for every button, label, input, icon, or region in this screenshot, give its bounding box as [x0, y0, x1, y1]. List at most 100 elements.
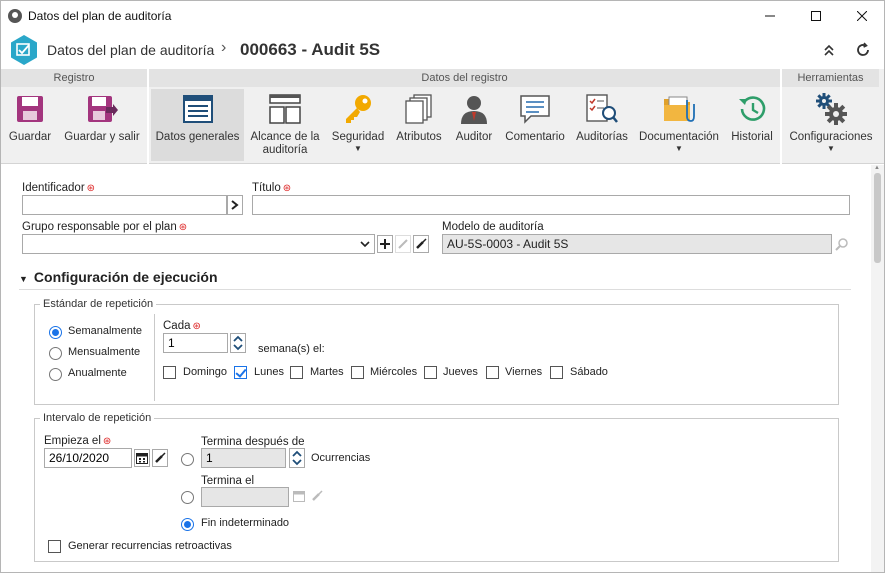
radio-termina-despues[interactable]	[181, 453, 194, 466]
checkbox-retroactivas[interactable]	[48, 540, 61, 553]
checkbox-viernes[interactable]	[486, 366, 499, 379]
dropdown-caret-icon: ▼	[675, 144, 683, 153]
audit-plan-logo-icon	[11, 35, 37, 65]
option-label: Anualmente	[68, 367, 127, 379]
chevron-down-icon	[360, 241, 370, 248]
checkbox-miercoles[interactable]	[351, 366, 364, 379]
clear-date-button[interactable]	[152, 449, 168, 467]
termina-el-date-input[interactable]	[201, 487, 289, 507]
search-model-button[interactable]	[835, 237, 849, 254]
day-label: Domingo	[183, 366, 228, 378]
radio-mensualmente[interactable]	[49, 347, 62, 360]
fin-indeterminado-label: Fin indeterminado	[201, 517, 290, 529]
cada-stepper[interactable]	[230, 333, 246, 353]
collapse-header-button[interactable]	[820, 41, 838, 59]
grupo-label: Grupo responsable por el plan ⊛	[22, 221, 188, 233]
vertical-scrollbar[interactable]: ▲	[871, 165, 884, 572]
scrollbar-thumb[interactable]	[874, 173, 881, 263]
add-group-button[interactable]	[377, 235, 393, 253]
option-label: Semanalmente	[68, 325, 142, 337]
tab-historial[interactable]: Historial	[725, 89, 779, 161]
termina-el-label: Termina el	[201, 475, 255, 487]
general-data-icon	[181, 92, 215, 126]
calendar-button[interactable]	[134, 449, 150, 467]
day-label: Jueves	[443, 366, 478, 378]
identificador-label: Identificador ⊛	[22, 182, 96, 194]
tab-auditorias[interactable]: Auditorías	[573, 89, 631, 161]
save-icon	[13, 92, 47, 126]
scope-icon	[268, 92, 302, 126]
required-icon: ⊛	[102, 436, 112, 447]
form-content: ▲ Identificador ⊛ Título ⊛ Grupo responsab…	[1, 165, 884, 572]
audits-search-icon	[585, 92, 619, 126]
comment-icon	[518, 92, 552, 126]
maximize-icon	[811, 11, 821, 21]
ribbon-group-herramientas: Herramientas	[782, 69, 879, 87]
tab-atributos[interactable]: Atributos	[393, 89, 445, 161]
minimize-button[interactable]	[747, 1, 793, 31]
pencil-icon	[398, 239, 408, 249]
checkbox-lunes[interactable]	[234, 366, 247, 379]
ribbon-group-registro: Registro	[1, 69, 147, 87]
attributes-icon	[402, 92, 436, 126]
checkbox-domingo[interactable]	[163, 366, 176, 379]
save-button[interactable]: Guardar	[3, 89, 57, 161]
history-icon	[735, 92, 769, 126]
radio-anualmente[interactable]	[49, 368, 62, 381]
maximize-button[interactable]	[793, 1, 839, 31]
close-icon	[857, 11, 867, 21]
ocurrencias-stepper[interactable]	[289, 448, 305, 468]
folder-clip-icon	[662, 92, 696, 126]
save-exit-icon	[85, 92, 119, 126]
calendar-icon	[293, 491, 305, 502]
ocurrencias-input[interactable]	[201, 448, 286, 468]
required-icon: ⊛	[192, 321, 201, 332]
checkbox-sabado[interactable]	[550, 366, 563, 379]
next-identifier-button[interactable]	[227, 195, 243, 215]
save-and-exit-button[interactable]: Guardar y salir	[61, 89, 143, 161]
radio-fin-indeterminado[interactable]	[181, 518, 194, 531]
section-divider	[19, 289, 851, 290]
tab-auditor[interactable]: Auditor	[449, 89, 499, 161]
calendar-icon	[136, 453, 148, 464]
identificador-input[interactable]	[22, 195, 227, 215]
empieza-label: Empieza el ⊛	[44, 435, 112, 447]
titulo-input[interactable]	[252, 195, 850, 215]
modelo-label: Modelo de auditoría	[442, 221, 544, 233]
section-title[interactable]: ▼ Configuración de ejecución	[19, 269, 218, 285]
clear-date-button-disabled[interactable]	[311, 490, 323, 505]
calendar-button-disabled[interactable]	[293, 490, 305, 505]
ribbon-divider	[147, 69, 149, 164]
record-code: 000663 - Audit 5S	[240, 40, 381, 59]
minimize-icon	[765, 15, 775, 17]
day-label: Martes	[310, 366, 344, 378]
empieza-date-input[interactable]	[44, 448, 132, 468]
scroll-up-icon[interactable]: ▲	[874, 165, 880, 171]
required-icon: ⊛	[178, 222, 188, 233]
refresh-button[interactable]	[854, 41, 872, 59]
edit-group-button[interactable]	[395, 235, 411, 253]
security-button[interactable]: Seguridad ▼	[327, 89, 389, 161]
retroactivas-label: Generar recurrencias retroactivas	[68, 540, 232, 552]
titulo-label: Título ⊛	[252, 182, 292, 194]
checkbox-martes[interactable]	[290, 366, 303, 379]
title-bar: Datos del plan de auditoría	[1, 1, 884, 31]
tab-comentario[interactable]: Comentario	[503, 89, 567, 161]
modelo-input[interactable]: AU-5S-0003 - Audit 5S	[442, 234, 832, 254]
day-label: Viernes	[505, 366, 543, 378]
clear-group-button[interactable]	[413, 235, 429, 253]
day-label: Lunes	[254, 366, 284, 378]
tab-datos-generales[interactable]: Datos generales	[151, 89, 244, 161]
tab-alcance[interactable]: Alcance de la auditoría	[247, 89, 323, 161]
checkbox-jueves[interactable]	[424, 366, 437, 379]
documentation-button[interactable]: Documentación ▼	[637, 89, 721, 161]
radio-termina-el[interactable]	[181, 491, 194, 504]
close-button[interactable]	[839, 1, 884, 31]
gears-icon	[814, 92, 848, 126]
grupo-select[interactable]	[22, 234, 375, 254]
cada-input[interactable]	[163, 333, 228, 353]
ribbon-group-datos: Datos del registro	[149, 69, 780, 87]
settings-button[interactable]: Configuraciones ▼	[787, 89, 875, 161]
ribbon-divider	[780, 69, 782, 164]
radio-semanalmente[interactable]	[49, 326, 62, 339]
